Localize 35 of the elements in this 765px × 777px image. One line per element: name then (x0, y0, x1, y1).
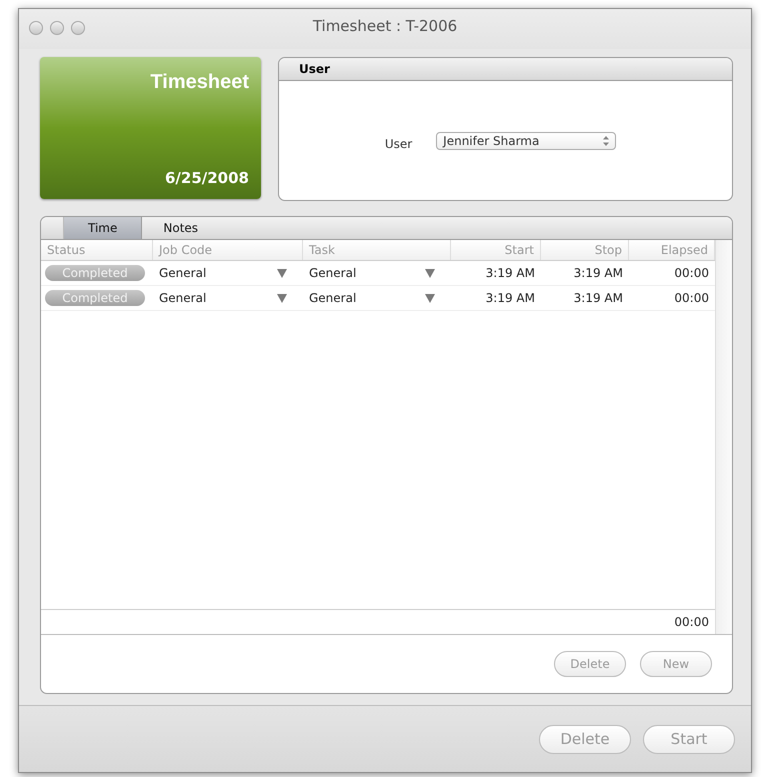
status-badge: Completed (45, 290, 145, 306)
task-dropdown[interactable]: General (303, 266, 451, 280)
column-header[interactable]: Status (41, 240, 153, 260)
zoom-button[interactable] (71, 21, 85, 35)
user-label: User (384, 136, 412, 150)
table-cell-text: 3:19 AM (572, 266, 624, 280)
tab[interactable]: Notes (142, 217, 220, 239)
close-button[interactable] (29, 21, 43, 35)
column-header[interactable]: Task (303, 240, 451, 260)
stepper-arrows-icon (603, 136, 610, 146)
tile-date: 6/25/2008 (164, 169, 249, 187)
panel-title: User (299, 62, 330, 76)
user-dropdown[interactable]: Jennifer Sharma (436, 132, 616, 150)
dropdown-arrow-icon (277, 268, 287, 278)
dropdown-arrow-icon (277, 294, 287, 302)
dropdown-arrow-icon (425, 268, 435, 278)
table-cell-text: 00:00 (673, 291, 710, 305)
scrollbar[interactable] (715, 240, 732, 634)
table-cell-text: 3:19 AM (484, 291, 536, 305)
task-dropdown[interactable]: General (303, 291, 451, 305)
table-cell-text: 3:19 AM (484, 266, 536, 280)
tab[interactable]: Time (64, 217, 142, 239)
table-cell-text: 3:19 AM (572, 291, 624, 305)
job-code-dropdown[interactable]: General (153, 266, 303, 280)
minimize-button[interactable] (50, 21, 64, 35)
window-title: Timesheet : T-2006 (312, 17, 458, 35)
elapsed-total: 00:00 (674, 615, 709, 629)
column-header[interactable]: Start (451, 240, 541, 260)
tile-title: Timesheet (150, 71, 249, 94)
column-header[interactable]: Job Code (153, 240, 303, 260)
table-cell-text: 00:00 (673, 266, 710, 280)
job-code-dropdown[interactable]: General (153, 291, 303, 305)
dropdown-arrow-icon (425, 294, 435, 302)
status-badge: Completed (45, 265, 145, 281)
column-header[interactable]: Stop (541, 240, 629, 260)
